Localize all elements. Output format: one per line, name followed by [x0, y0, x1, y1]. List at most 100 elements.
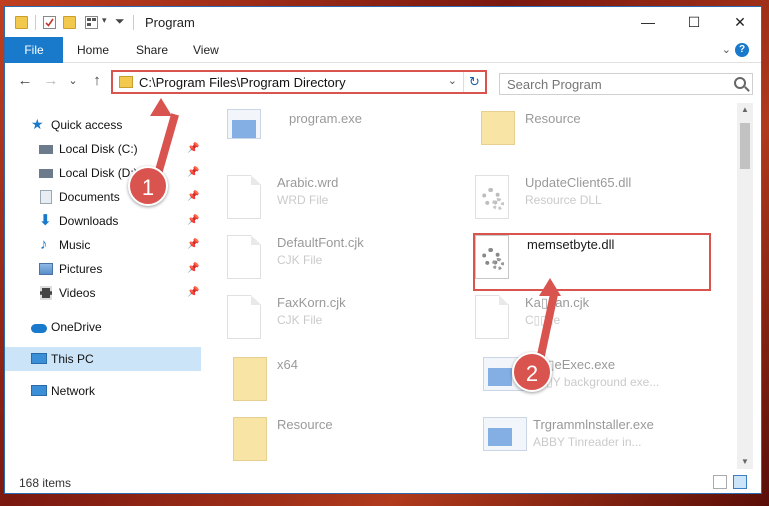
pin-icon: 📌	[187, 143, 200, 154]
folder-icon[interactable]	[15, 16, 28, 29]
chevron-down-icon[interactable]: ▾	[102, 15, 107, 26]
sidebar-item-pictures[interactable]: Pictures 📌	[5, 257, 201, 281]
file-item[interactable]: Trgrammlnstaller.exe ABBY Tinreader in..…	[453, 413, 693, 463]
maximize-button[interactable]: ☐	[671, 7, 717, 37]
file-item[interactable]: DefaultFont.cjk CJK File	[205, 231, 445, 287]
tab-share[interactable]: Share	[136, 37, 168, 63]
pin-icon: 📌	[187, 287, 200, 298]
title-separator	[35, 15, 36, 30]
pin-icon: 📌	[187, 215, 200, 226]
drive-icon	[39, 169, 53, 178]
scroll-thumb[interactable]	[740, 123, 750, 169]
folder-icon	[233, 417, 267, 461]
close-button[interactable]: ✕	[717, 7, 761, 37]
downloads-icon: ⬇	[39, 212, 52, 229]
sidebar-item-label: Documents	[59, 190, 120, 204]
star-icon: ★	[31, 116, 44, 132]
navigation-pane: ★ Quick access Local Disk (C:) 📌 Local D…	[5, 103, 201, 463]
file-name: DefaultFont.cjk	[277, 235, 364, 250]
callout-badge-2: 2	[512, 352, 552, 392]
refresh-button[interactable]: ↻	[463, 72, 485, 92]
title-separator	[133, 15, 134, 30]
tab-home[interactable]: Home	[77, 37, 109, 63]
tab-file[interactable]: File	[5, 37, 63, 63]
scroll-down-icon[interactable]: ▼	[737, 455, 753, 469]
file-name: x64	[277, 357, 298, 372]
file-item[interactable]: FaxKorn.cjk CJK File	[205, 291, 445, 347]
sidebar-item-label: This PC	[51, 352, 94, 366]
sidebar-item-label: Videos	[59, 286, 96, 300]
videos-icon	[40, 286, 52, 300]
quick-access-dropdown-icon[interactable]: ⏷	[115, 14, 125, 29]
file-explorer-window: ▾ ⏷ Program — ☐ ✕ File Home Share View ⌄…	[4, 6, 762, 494]
sidebar-item-documents[interactable]: Documents 📌	[5, 185, 201, 209]
address-bar[interactable]: C:\Program Files\Program Directory ⌄ ↻	[111, 70, 487, 94]
file-item[interactable]: program.exe	[205, 109, 445, 165]
file-type: CJK File	[277, 253, 323, 267]
up-button[interactable]: ↑	[89, 73, 105, 89]
pin-icon: 📌	[187, 167, 200, 178]
window-title: Program	[145, 15, 195, 30]
file-type: WRD File	[277, 193, 329, 207]
file-icon	[227, 235, 261, 279]
new-folder-icon[interactable]	[63, 16, 76, 29]
tab-view[interactable]: View	[193, 37, 219, 63]
folder-icon	[481, 111, 515, 145]
details-view-icon[interactable]	[713, 475, 727, 489]
file-item[interactable]: ▯▯▯eExec.exe ▯▯▯Y background exe...	[453, 353, 693, 409]
sidebar-item-label: Network	[51, 384, 96, 398]
minimize-button[interactable]: —	[625, 7, 671, 37]
address-path[interactable]: C:\Program Files\Program Directory	[139, 75, 346, 90]
navigation-bar: ← → ⌄ ↑ C:\Program Files\Program Directo…	[5, 63, 761, 99]
file-item[interactable]: x64	[205, 353, 445, 409]
application-icon	[227, 109, 261, 139]
help-icon[interactable]: ?	[735, 43, 749, 57]
callout-arrow-head-2	[539, 278, 561, 296]
application-icon	[483, 417, 527, 451]
file-name: Trgrammlnstaller.exe	[533, 417, 654, 432]
file-name: Resource	[525, 111, 581, 126]
drive-icon	[39, 145, 53, 154]
sidebar-item-this-pc[interactable]: This PC	[5, 347, 201, 371]
search-input[interactable]	[500, 74, 720, 94]
recent-locations-button[interactable]: ⌄	[65, 73, 81, 89]
sidebar-item-local-disk-d[interactable]: Local Disk (D:) 📌	[5, 161, 201, 185]
file-name: Arabic.wrd	[277, 175, 339, 190]
file-type: ▯▯▯Y background exe...	[533, 375, 660, 389]
file-type: Resource DLL	[525, 193, 602, 207]
properties-icon[interactable]	[43, 16, 56, 29]
search-icon[interactable]	[734, 77, 746, 89]
search-box[interactable]	[499, 73, 753, 95]
pictures-icon	[39, 263, 53, 275]
sidebar-item-onedrive[interactable]: OneDrive	[5, 315, 201, 339]
forward-button[interactable]: →	[43, 73, 59, 89]
file-name: FaxKorn.cjk	[277, 295, 346, 310]
file-item[interactable]: Resource	[453, 109, 693, 165]
pin-icon: 📌	[187, 239, 200, 250]
sidebar-item-music[interactable]: ♪ Music 📌	[5, 233, 201, 257]
sidebar-item-label: OneDrive	[51, 320, 102, 334]
file-name: Resource	[277, 417, 333, 432]
sidebar-item-videos[interactable]: Videos 📌	[5, 281, 201, 305]
file-item[interactable]: UpdateClient65.dll Resource DLL	[453, 171, 693, 227]
documents-icon	[40, 190, 52, 204]
ribbon: File Home Share View ⌄ ?	[5, 37, 761, 63]
sidebar-item-downloads[interactable]: ⬇ Downloads 📌	[5, 209, 201, 233]
sidebar-item-network[interactable]: Network	[5, 379, 201, 403]
callout-badge-1: 1	[128, 166, 168, 206]
expand-ribbon-icon[interactable]: ⌄	[722, 43, 731, 56]
vertical-scrollbar[interactable]: ▲ ▼	[737, 103, 753, 469]
file-item[interactable]: Arabic.wrd WRD File	[205, 171, 445, 227]
customize-toolbar-icon[interactable]	[85, 16, 98, 29]
folder-icon	[233, 357, 267, 401]
computer-icon	[31, 353, 47, 364]
file-item[interactable]: Ka▯▯an.cjk C▯▯▯e	[453, 291, 693, 347]
sidebar-item-label: Pictures	[59, 262, 103, 276]
status-bar: 168 items	[5, 471, 761, 493]
scroll-up-icon[interactable]: ▲	[737, 103, 753, 117]
file-item[interactable]: Resource	[205, 413, 445, 463]
back-button[interactable]: ←	[17, 73, 33, 89]
network-icon	[31, 385, 47, 396]
address-dropdown-icon[interactable]: ⌄	[448, 74, 457, 87]
large-icons-view-icon[interactable]	[733, 475, 747, 489]
